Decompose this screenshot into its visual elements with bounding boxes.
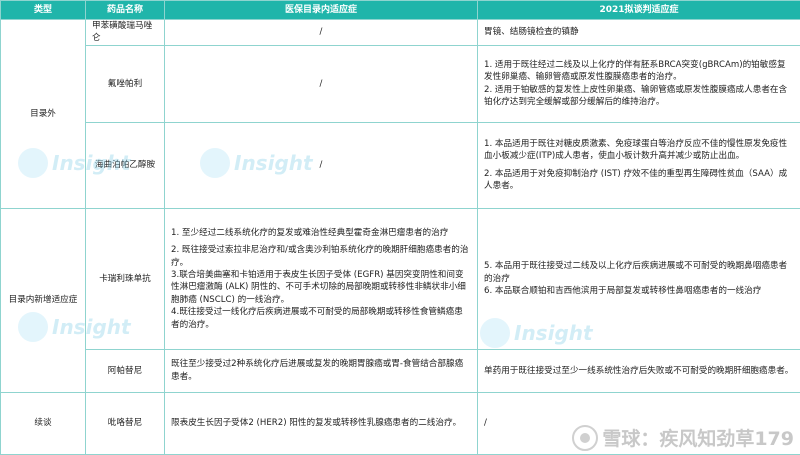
drug-name: 卡瑞利珠单抗 [85,207,165,350]
covered-indication: / [164,44,478,123]
header-drug: 药品名称 [85,0,165,20]
covered-item: 4.既往接受过一线化疗后疾病进展或不可耐受的局部晚期或转移性食管鳞癌患者的治疗。 [171,307,463,330]
proposed-indication: 5. 本品用于既往接受过二线及以上化疗后疾病进展或不可耐受的晚期鼻咽癌患者的治疗… [477,207,800,350]
table-row: 氟唑帕利 / 1. 适用于既往经过二线及以上化疗的伴有胚系BRCA突变(gBRC… [1,44,800,123]
proposed-item: 单药用于既往接受过至少一线系统性治疗后失败或不可耐受的晚期肝细胞癌患者。 [484,365,794,376]
covered-indication: / [164,19,478,46]
proposed-indication: 1. 本品适用于既往对糖皮质激素、免疫球蛋白等治疗反应不佳的慢性原发免疫性血小板… [477,121,800,209]
covered-indication: 1. 至少经过二线系统化疗的复发或难治性经典型霍奇金淋巴瘤患者的治疗 2. 既往… [164,207,478,350]
covered-item: 3.联合培美曲塞和卡铂适用于表皮生长因子受体 (EGFR) 基因突变阴性和间变性… [171,269,466,305]
group-renewal: 续谈 [0,391,86,455]
table-row: 阿帕替尼 既往至少接受过2种系统化疗后进展或复发的晚期胃腺癌或胃-食管结合部腺癌… [1,348,800,393]
table-row: 目录内新增适应症 卡瑞利珠单抗 1. 至少经过二线系统化疗的复发或难治性经典型霍… [0,207,800,393]
proposed-item: 6. 本品联合顺铂和吉西他滨用于局部复发或转移性鼻咽癌患者的一线治疗 [484,286,762,297]
proposed-item: 2. 本品适用于对免疫抑制治疗 (IST) 疗效不佳的重型再生障碍性贫血（SAA… [484,168,788,192]
proposed-item: / [484,418,487,429]
proposed-item: 2. 适用于铂敏感的复发性上皮性卵巢癌、输卵管癌或原发性腹膜癌成人患者在含铂化疗… [484,84,788,108]
drug-name: 阿帕替尼 [85,348,165,393]
covered-indication: 既往至少接受过2种系统化疗后进展或复发的晚期胃腺癌或胃-食管结合部腺癌患者。 [164,348,478,393]
drug-name: 吡咯替尼 [85,391,165,455]
header-type: 类型 [0,0,86,20]
header-row: 类型 药品名称 医保目录内适应症 2021拟谈判适应症 [0,0,800,20]
header-proposed: 2021拟谈判适应症 [477,0,800,20]
proposed-indication: 单药用于既往接受过至少一线系统性治疗后失败或不可耐受的晚期肝细胞癌患者。 [477,348,800,393]
proposed-item: 1. 本品适用于既往对糖皮质激素、免疫球蛋白等治疗反应不佳的慢性原发免疫性血小板… [484,139,788,162]
table-row: 目录外 甲苯磺酸瑞马唑仑 / 胃镜、结肠镜检查的镇静 [0,19,800,209]
covered-item: 既往至少接受过2种系统化疗后进展或复发的晚期胃腺癌或胃-食管结合部腺癌患者。 [171,359,464,382]
covered-indication: 限表皮生长因子受体2 (HER2) 阳性的复发或转移性乳腺癌患者的二线治疗。 [164,391,478,455]
proposed-item: 胃镜、结肠镜检查的镇静 [484,27,579,38]
proposed-indication: 1. 适用于既往经过二线及以上化疗的伴有胚系BRCA突变(gBRCAm)的铂敏感… [477,44,800,123]
proposed-item: 5. 本品用于既往接受过二线及以上化疗后疾病进展或不可耐受的晚期鼻咽癌患者的治疗 [484,261,788,284]
group-new-indications: 目录内新增适应症 [0,207,86,393]
covered-item: 2. 既往接受过索拉非尼治疗和/或含奥沙利铂系统化疗的晚期肝细胞癌患者的治疗。 [171,245,469,268]
header-covered: 医保目录内适应症 [164,0,478,20]
drug-name: 海曲泊帕乙醇胺 [85,121,165,209]
drug-name: 甲苯磺酸瑞马唑仑 [85,19,165,46]
proposed-indication: / [477,391,800,455]
indications-table: 类型 药品名称 医保目录内适应症 2021拟谈判适应症 目录外 甲苯磺酸瑞马唑仑… [0,0,800,455]
drug-name: 氟唑帕利 [85,44,165,123]
table-row: 海曲泊帕乙醇胺 / 1. 本品适用于既往对糖皮质激素、免疫球蛋白等治疗反应不佳的… [1,121,800,209]
covered-item: 限表皮生长因子受体2 (HER2) 阳性的复发或转移性乳腺癌患者的二线治疗。 [171,418,462,429]
table-row: 续谈 吡咯替尼 限表皮生长因子受体2 (HER2) 阳性的复发或转移性乳腺癌患者… [0,391,800,455]
group-outside: 目录外 [0,19,86,209]
covered-item: 1. 至少经过二线系统化疗的复发或难治性经典型霍奇金淋巴瘤患者的治疗 [171,227,449,238]
covered-indication: / [164,121,478,209]
proposed-indication: 胃镜、结肠镜检查的镇静 [477,19,800,46]
proposed-item: 1. 适用于既往经过二线及以上化疗的伴有胚系BRCA突变(gBRCAm)的铂敏感… [484,60,786,83]
